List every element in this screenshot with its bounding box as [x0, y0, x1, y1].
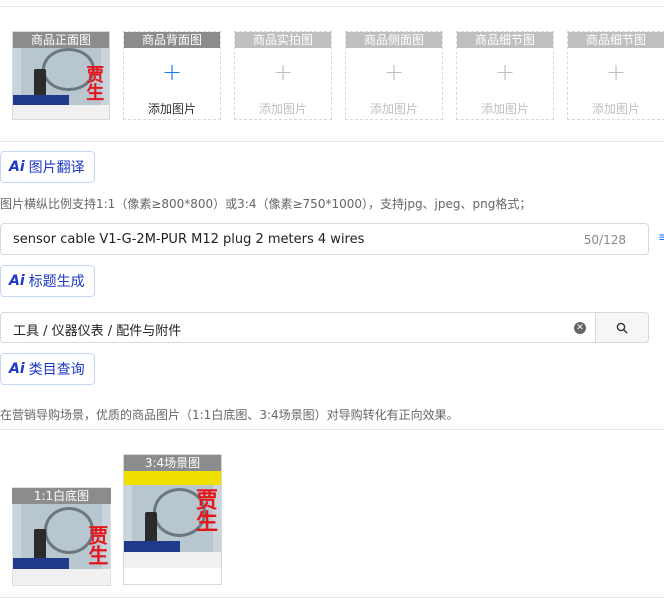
- image-format-hint: 图片横纵比例支持1:1（像素≥800*800）或3:4（像素≥750*1000）…: [0, 197, 532, 211]
- image-slot-side: 商品侧面图 + 添加图片: [345, 31, 443, 120]
- scene-image: 贾生: [124, 471, 221, 568]
- category-select[interactable]: 工具 / 仪器仪表 / 配件与附件 ✕: [0, 312, 596, 343]
- add-image-label: 添加图片: [258, 102, 307, 116]
- slot-title: 商品侧面图: [346, 32, 442, 48]
- add-image-label: 添加图片: [480, 102, 529, 116]
- ai-icon: Ai: [9, 159, 25, 175]
- ai-icon: Ai: [9, 273, 25, 289]
- image-slot-front[interactable]: 贾生 商品正面图: [12, 31, 110, 120]
- image-slot-detail-1: 商品细节图 + 添加图片: [456, 31, 554, 120]
- add-image-label: 添加图片: [147, 102, 196, 116]
- add-image-label: 添加图片: [369, 102, 418, 116]
- image-slot-back[interactable]: 商品背面图 + 添加图片: [123, 31, 221, 120]
- title-char-counter: 50/128: [583, 233, 626, 247]
- clear-icon[interactable]: ✕: [574, 322, 586, 334]
- category-query-button[interactable]: Ai 类目查询: [0, 353, 95, 385]
- bottom-divider: [0, 597, 664, 598]
- plus-icon: +: [161, 58, 183, 86]
- image-slot-detail-2: 商品细节图 + 添加图片: [567, 31, 664, 120]
- scene-label: 3:4场景图: [124, 455, 221, 471]
- scene-image-hint: 在营销导购场景，优质的商品图片（1:1白底图、3:4场景图）对导购转化有正向效果…: [0, 408, 459, 422]
- category-value: 工具 / 仪器仪表 / 配件与附件: [13, 324, 182, 339]
- divider: [0, 429, 664, 430]
- title-generate-label: 标题生成: [28, 274, 85, 290]
- photo-overlay-mark: 贾生: [84, 524, 109, 565]
- category-query-label: 类目查询: [28, 362, 85, 378]
- truncated-link[interactable]: ≡: [658, 230, 664, 244]
- ai-icon: Ai: [9, 361, 25, 377]
- plus-icon: +: [494, 58, 516, 86]
- image-translate-label: 图片翻译: [28, 160, 85, 176]
- divider: [0, 141, 664, 142]
- white-bg-label: 1:1白底图: [12, 488, 111, 504]
- slot-title: 商品实拍图: [235, 32, 331, 48]
- slot-title: 商品正面图: [13, 32, 109, 48]
- title-input[interactable]: sensor cable V1-G-2M-PUR M12 plug 2 mete…: [0, 223, 649, 255]
- search-icon: [616, 322, 628, 334]
- plus-icon: +: [383, 58, 405, 86]
- add-image-label: 添加图片: [591, 102, 640, 116]
- photo-overlay-mark: 贾生: [192, 488, 218, 533]
- plus-icon: +: [272, 58, 294, 86]
- title-generate-button[interactable]: Ai 标题生成: [0, 265, 95, 297]
- slot-title: 商品细节图: [568, 32, 664, 48]
- slot-title: 商品背面图: [124, 32, 220, 48]
- title-value: sensor cable V1-G-2M-PUR M12 plug 2 mete…: [13, 232, 365, 247]
- slot-title: 商品细节图: [457, 32, 553, 48]
- photo-overlay-mark: 贾生: [83, 65, 105, 102]
- image-slot-real: 商品实拍图 + 添加图片: [234, 31, 332, 120]
- plus-icon: +: [605, 58, 627, 86]
- top-divider: [0, 6, 664, 7]
- category-search-button[interactable]: [595, 312, 649, 343]
- image-translate-button[interactable]: Ai 图片翻译: [0, 151, 95, 183]
- scene-image-frame[interactable]: 贾生 3:4场景图: [123, 454, 222, 585]
